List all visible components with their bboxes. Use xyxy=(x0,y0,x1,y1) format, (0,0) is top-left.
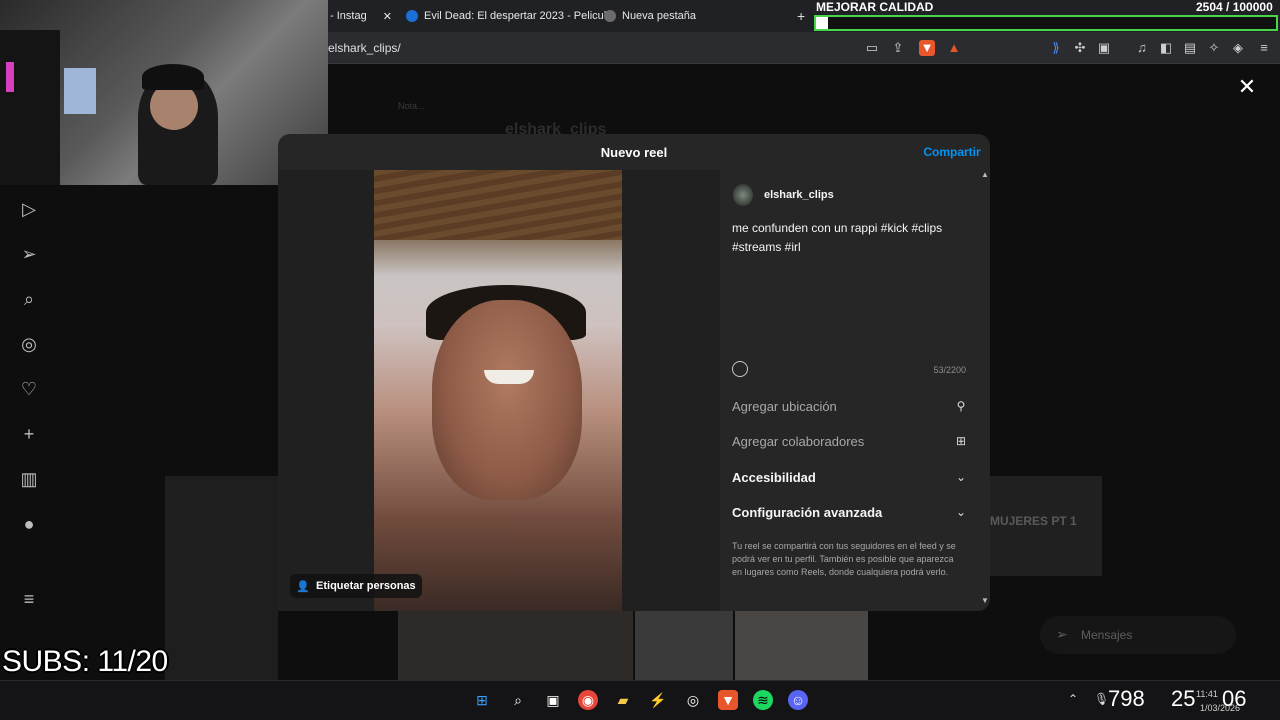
close-icon[interactable]: ✕ xyxy=(1236,76,1258,98)
accessibility-label: Accesibilidad xyxy=(732,469,816,485)
video-preview[interactable] xyxy=(374,170,622,611)
edge-icon xyxy=(406,10,418,22)
share-button[interactable]: Compartir xyxy=(912,145,992,159)
search-icon[interactable]: ⌕ xyxy=(16,286,42,312)
chrome-icon[interactable]: ◉ xyxy=(578,690,598,710)
direct-icon[interactable]: ➢ xyxy=(16,241,42,267)
sidebar-icon[interactable]: ◧ xyxy=(1158,40,1174,56)
tray-chevron-icon[interactable]: ⌃ xyxy=(1068,692,1078,706)
windows-start-icon[interactable]: ⊞ xyxy=(472,690,492,710)
app-icon[interactable]: ⚡ xyxy=(648,690,668,710)
wallet-icon[interactable]: ⟫ xyxy=(1048,40,1064,56)
cap xyxy=(142,64,204,90)
tag-people-label: Etiquetar personas xyxy=(316,580,416,592)
background-thumbnail[interactable] xyxy=(735,611,868,681)
note-label: Nota... xyxy=(398,101,425,111)
brave-rewards-icon[interactable]: ▲ xyxy=(946,40,962,56)
modal-title: Nuevo reel xyxy=(600,145,668,160)
url-field[interactable]: elshark_clips/ xyxy=(328,41,401,55)
person-icon: 👤 xyxy=(296,580,311,593)
profile-icon[interactable]: ● xyxy=(16,511,42,537)
tab-label: - Instag xyxy=(330,10,367,22)
tab-label: Nueva pestaña xyxy=(622,10,696,22)
notifications-icon[interactable]: ♡ xyxy=(16,376,42,402)
new-tab-icon[interactable]: + xyxy=(797,8,805,24)
subs-counter: SUBS: 11/20 xyxy=(2,645,168,678)
quality-count: 2504 / 100000 xyxy=(1196,0,1273,14)
counter-hours: 798 xyxy=(1108,686,1145,711)
advanced-settings-label: Configuración avanzada xyxy=(732,504,883,520)
mic-icon[interactable]: 🎙 xyxy=(1094,692,1109,706)
add-location-label: Agregar ubicación xyxy=(732,398,837,414)
share-icon[interactable]: ⇪ xyxy=(890,40,906,56)
task-view-icon[interactable]: ▣ xyxy=(543,690,563,710)
file-explorer-icon[interactable]: ▰ xyxy=(613,690,633,710)
clock-time: 11:41 xyxy=(1196,689,1218,699)
reels-icon[interactable]: ▷ xyxy=(16,196,42,222)
tab-new[interactable]: Nueva pestaña xyxy=(604,4,696,28)
vpn-icon[interactable]: ◈ xyxy=(1230,40,1246,56)
add-collaborators-label: Agregar colaboradores xyxy=(732,433,865,449)
messages-button[interactable] xyxy=(1040,616,1236,654)
shield-icon xyxy=(604,10,616,22)
brave-icon[interactable]: ▼ xyxy=(718,690,738,710)
avatar xyxy=(733,184,753,206)
tab-evil-dead[interactable]: Evil Dead: El despertar 2023 - Pelicula xyxy=(406,4,612,28)
rgb-light xyxy=(6,62,14,92)
monitor xyxy=(64,68,96,114)
background-thumbnail[interactable] xyxy=(165,476,278,681)
add-location-row[interactable]: Agregar ubicación ⚲ xyxy=(732,396,968,416)
tag-people-button[interactable]: 👤 Etiquetar personas xyxy=(290,574,422,598)
spotify-icon[interactable]: ≋ xyxy=(753,690,773,710)
screenshot-icon[interactable]: ▣ xyxy=(1096,40,1112,56)
wallet-card-icon[interactable]: ▤ xyxy=(1182,40,1198,56)
add-collaborators-row[interactable]: Agregar colaboradores ⊞ xyxy=(732,431,968,451)
obs-icon[interactable]: ◎ xyxy=(683,690,703,710)
pc-case xyxy=(0,30,60,185)
scroll-down-icon[interactable]: ▼ xyxy=(981,596,989,605)
location-pin-icon: ⚲ xyxy=(956,399,966,413)
background-thumbnail[interactable] xyxy=(635,611,733,681)
explore-icon[interactable]: ◎ xyxy=(16,331,42,357)
username: elshark_clips xyxy=(764,189,834,201)
thumbnail-label: MUJERES PT 1 xyxy=(990,514,1077,528)
ceiling xyxy=(374,170,622,240)
direct-icon: ➢ xyxy=(1056,626,1068,642)
taskbar xyxy=(0,680,1280,720)
accessibility-row[interactable]: Accesibilidad ⌄ xyxy=(732,467,968,487)
advanced-settings-row[interactable]: Configuración avanzada ⌄ xyxy=(732,502,968,522)
discord-icon[interactable]: ☺ xyxy=(788,690,808,710)
brave-shield-icon[interactable]: ▼ xyxy=(919,40,935,56)
chevron-down-icon: ⌄ xyxy=(955,470,967,484)
music-icon[interactable]: ♫ xyxy=(1134,40,1150,56)
dashboard-icon[interactable]: ▥ xyxy=(16,466,42,492)
add-person-icon: ⊞ xyxy=(955,434,967,448)
quality-progress-bar xyxy=(814,15,1278,31)
menu-icon[interactable]: ≡ xyxy=(1256,40,1272,56)
emoji-icon[interactable] xyxy=(732,361,748,377)
more-menu-icon[interactable]: ≡ xyxy=(16,586,42,612)
counter-seconds: 06 xyxy=(1222,686,1247,711)
quality-progress-fill xyxy=(816,17,828,29)
character-count: 53/2200 xyxy=(933,365,966,375)
quality-label: MEJORAR CALIDAD xyxy=(816,0,934,14)
video-face xyxy=(432,300,582,500)
search-icon[interactable]: ⌕ xyxy=(508,690,528,710)
share-info-text: Tu reel se compartirá con tus seguidores… xyxy=(732,541,956,577)
cast-icon[interactable]: ▭ xyxy=(864,40,880,56)
create-icon[interactable]: + xyxy=(16,421,42,447)
scroll-up-icon[interactable]: ▲ xyxy=(981,170,989,179)
background-thumbnail[interactable] xyxy=(398,611,633,681)
tab-close-icon[interactable]: ✕ xyxy=(383,10,392,23)
leo-icon[interactable]: ✧ xyxy=(1206,40,1222,56)
chevron-down-icon: ⌄ xyxy=(955,505,967,519)
messages-label: Mensajes xyxy=(1081,628,1133,642)
smile xyxy=(484,370,534,384)
counter-minutes: 25 xyxy=(1171,686,1196,711)
tab-label: Evil Dead: El despertar 2023 - Pelicula xyxy=(424,10,613,22)
caption-textarea[interactable]: me confunden con un rappi #kick #clips #… xyxy=(732,219,968,257)
tab-instagram[interactable]: - Instag ✕ xyxy=(330,4,392,28)
extensions-icon[interactable]: ✣ xyxy=(1072,40,1088,56)
